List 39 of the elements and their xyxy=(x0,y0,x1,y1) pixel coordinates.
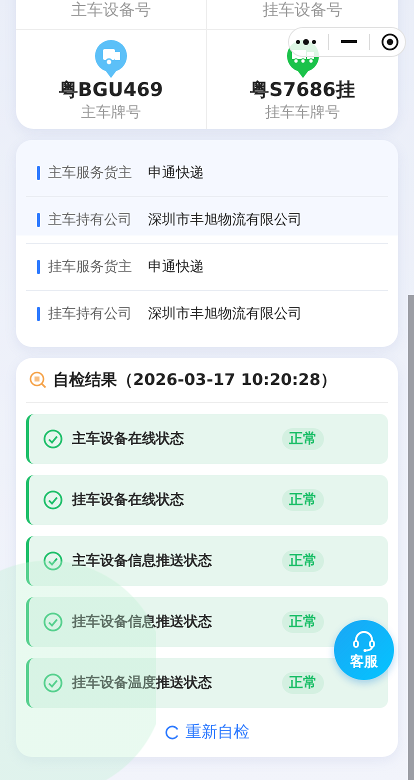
check-name: 挂车设备在线状态 xyxy=(72,491,185,509)
status-tag: 正常 xyxy=(282,489,324,511)
status-tag: 正常 xyxy=(282,428,324,450)
field-value: 申通快递 xyxy=(148,258,204,276)
check-name: 主车设备在线状态 xyxy=(72,430,185,448)
check-circle-icon xyxy=(43,612,63,632)
device-label: 挂车设备号 xyxy=(262,0,342,21)
field-label: 挂车服务货主 xyxy=(48,258,133,276)
field-value: 深圳市丰旭物流有限公司 xyxy=(148,211,302,229)
check-name: 挂车设备温度推送状态 xyxy=(72,674,213,692)
check-circle-icon xyxy=(43,429,63,449)
check-circle-icon xyxy=(43,490,63,510)
truck-pin-icon xyxy=(94,40,128,80)
search-icon xyxy=(29,371,47,389)
status-tag: 正常 xyxy=(282,672,324,694)
field-value: 申通快递 xyxy=(148,164,204,182)
check-name: 挂车设备信息推送状态 xyxy=(72,613,213,631)
more-icon[interactable] xyxy=(294,38,317,46)
plate-label: 挂车车牌号 xyxy=(265,102,340,122)
device-label: 主车设备号 xyxy=(71,0,151,21)
plate-number: 粤BGU469 xyxy=(58,78,164,102)
field-label: 挂车持有公司 xyxy=(48,305,133,323)
plate-number: 粤S7686挂 xyxy=(250,78,355,102)
plate-label: 主车牌号 xyxy=(81,102,141,122)
section-title: 自检结果（2026-03-17 10:20:28） xyxy=(53,370,337,390)
check-circle-icon xyxy=(43,673,63,693)
refresh-icon xyxy=(164,725,180,740)
minimize-icon[interactable] xyxy=(340,40,357,44)
close-icon[interactable] xyxy=(381,33,400,51)
status-tag: 正常 xyxy=(282,611,324,633)
check-circle-icon xyxy=(43,551,63,571)
scrollbar[interactable] xyxy=(408,295,414,780)
check-name: 主车设备信息推送状态 xyxy=(72,552,213,570)
headset-icon xyxy=(352,630,376,652)
recheck-button[interactable]: 重新自检 xyxy=(160,720,254,745)
field-label: 主车持有公司 xyxy=(48,211,133,229)
field-label: 主车服务货主 xyxy=(48,164,133,182)
field-value: 深圳市丰旭物流有限公司 xyxy=(148,305,302,323)
status-tag: 正常 xyxy=(282,550,324,572)
